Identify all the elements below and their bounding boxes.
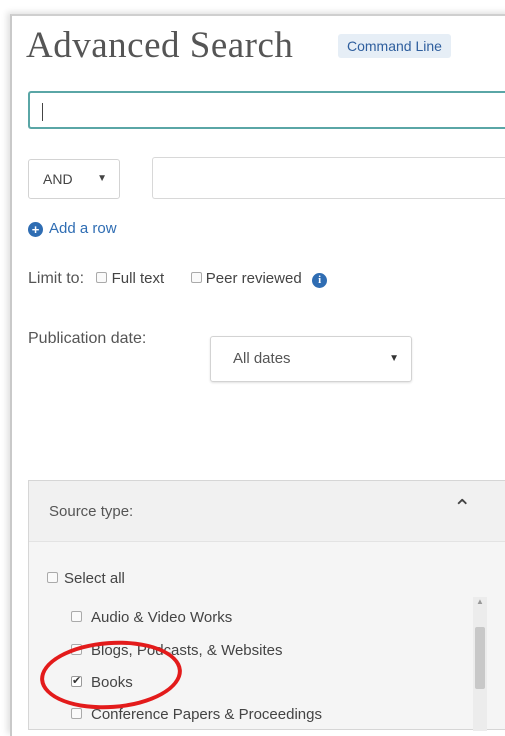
- boolean-operator-select[interactable]: AND ▼: [28, 159, 120, 199]
- source-type-item[interactable]: Audio & Video Works: [71, 609, 232, 626]
- publication-date-select[interactable]: All dates ▼: [210, 336, 412, 382]
- search-input[interactable]: [28, 91, 505, 129]
- source-type-item[interactable]: Blogs, Podcasts, & Websites: [71, 642, 282, 659]
- limit-to-row: Limit to: Full text Peer reviewed i: [28, 270, 328, 288]
- source-list-scrollbar[interactable]: ▲: [473, 597, 487, 731]
- add-row-link[interactable]: + Add a row: [28, 220, 117, 237]
- text-cursor: [42, 103, 43, 121]
- plus-circle-icon: +: [28, 222, 43, 237]
- source-type-label: Books: [91, 674, 133, 691]
- select-all-option[interactable]: Select all: [47, 570, 125, 587]
- add-row-label: Add a row: [49, 220, 117, 237]
- operator-value: AND: [43, 171, 73, 187]
- info-icon[interactable]: i: [312, 273, 328, 288]
- source-type-panel: Source type: ⌃ Select all Audio & Video …: [28, 480, 505, 731]
- publication-date-value: All dates: [233, 350, 291, 367]
- page-title: Advanced Search: [26, 25, 294, 66]
- chevron-up-icon[interactable]: ⌃: [453, 495, 471, 521]
- scroll-up-arrow-icon[interactable]: ▲: [476, 597, 484, 606]
- full-text-checkbox[interactable]: [96, 272, 108, 283]
- scrollbar-thumb[interactable]: [475, 627, 485, 689]
- source-type-label: Conference Papers & Proceedings: [91, 706, 322, 723]
- source-type-label: Audio & Video Works: [91, 609, 233, 626]
- peer-reviewed-label: Peer reviewed: [205, 270, 302, 287]
- caret-down-icon: ▼: [97, 173, 107, 184]
- source-type-header[interactable]: Source type: ⌃: [29, 481, 505, 542]
- source-type-checkbox-checked[interactable]: [71, 674, 82, 687]
- source-type-title: Source type:: [49, 503, 134, 520]
- limit-to-label: Limit to:: [28, 270, 85, 287]
- caret-down-icon: ▼: [389, 353, 399, 364]
- source-type-checkbox[interactable]: [71, 708, 82, 719]
- peer-reviewed-option[interactable]: Peer reviewed: [190, 270, 302, 287]
- peer-reviewed-checkbox[interactable]: [190, 272, 202, 283]
- source-type-item[interactable]: Books: [71, 674, 133, 691]
- source-type-checkbox[interactable]: [71, 644, 82, 655]
- source-type-checkbox[interactable]: [71, 611, 82, 622]
- source-type-label: Blogs, Podcasts, & Websites: [91, 642, 283, 659]
- select-all-label: Select all: [64, 570, 125, 587]
- publication-date-label: Publication date:: [28, 330, 147, 347]
- select-all-checkbox[interactable]: [47, 572, 58, 583]
- source-type-item[interactable]: Conference Papers & Proceedings: [71, 706, 322, 723]
- command-line-link[interactable]: Command Line: [338, 34, 451, 58]
- search-row-2-input[interactable]: [152, 157, 505, 199]
- full-text-option[interactable]: Full text: [96, 270, 164, 287]
- full-text-label: Full text: [111, 270, 165, 287]
